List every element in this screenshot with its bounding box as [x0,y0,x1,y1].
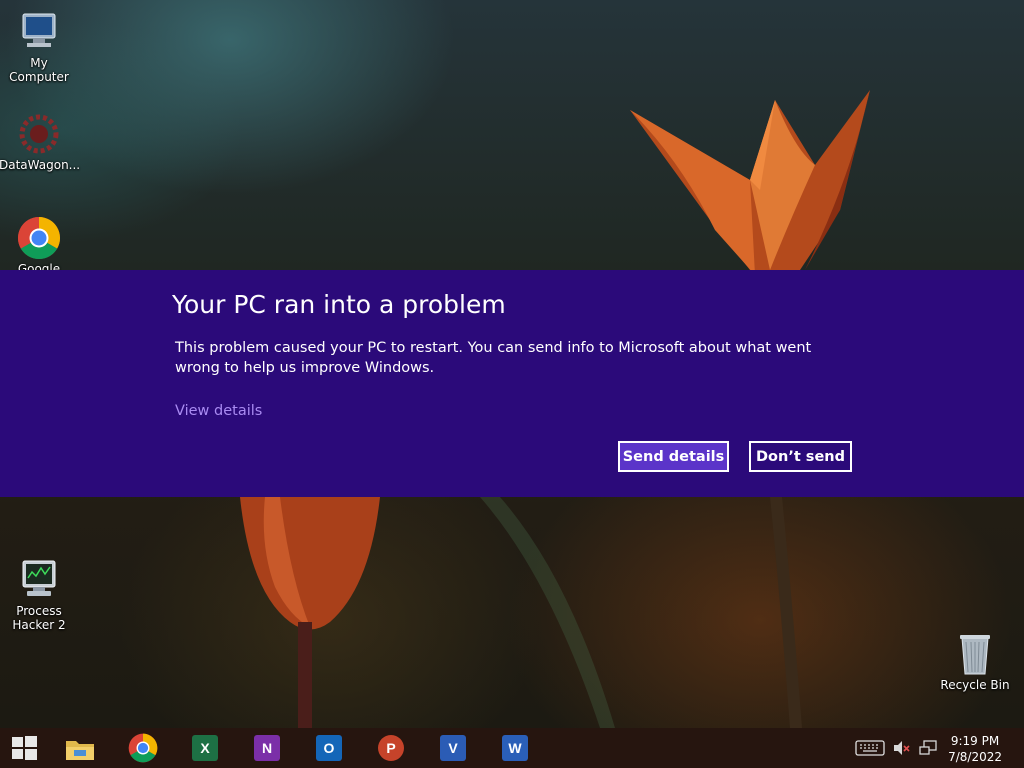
desktop-icon-process-hacker[interactable]: Process Hacker 2 [0,530,79,646]
desktop-icon-label: DataWagon... [0,158,81,172]
desktop-icon-chrome[interactable]: Google Chrome [0,216,79,270]
dialog-message: This problem caused your PC to restart. … [175,340,812,376]
powerpoint-icon: P [378,735,404,761]
tray-network[interactable] [915,732,941,764]
desktop-icon-label: My Computer [9,56,69,84]
leaf-decoration [480,497,615,728]
tulip-top-decoration [630,90,870,275]
windows-logo-icon [12,736,37,760]
taskbar-excel[interactable]: X [187,732,223,764]
volume-muted-icon [894,741,910,755]
folder-icon [66,741,94,760]
desktop-icon-recycle-bin[interactable]: Recycle Bin [935,632,1015,692]
chrome-icon [17,216,61,260]
taskbar-outlook[interactable]: O [311,732,347,764]
onenote-icon: N [254,735,280,761]
taskbar-powerpoint[interactable]: P [373,732,409,764]
dialog-title: Your PC ran into a problem [172,290,506,319]
outlook-icon: O [316,735,342,761]
send-details-button[interactable]: Send details [618,441,729,472]
keyboard-icon [855,740,885,756]
taskbar-file-explorer[interactable] [62,732,98,764]
word-icon: W [502,735,528,761]
taskbar-chrome[interactable] [125,732,161,764]
process-hacker-icon [17,544,61,596]
taskbar-word[interactable]: W [497,732,533,764]
dont-send-button[interactable]: Don’t send [749,441,852,472]
view-details-link[interactable]: View details [175,403,262,419]
recycle-bin-icon [953,632,997,676]
tulip-bottom-decoration [240,497,380,728]
datawagon-icon [17,112,61,156]
computer-icon [17,10,61,54]
tray-date: 7/8/2022 [948,750,1002,764]
start-button[interactable] [6,732,42,764]
tray-keyboard[interactable] [852,732,888,764]
desktop-icon-label: Google Chrome [17,262,61,270]
chrome-icon [128,733,158,763]
taskbar-onenote[interactable]: N [249,732,285,764]
desktop-icon-datawagon[interactable]: DataWagon... [0,112,81,172]
taskbar-visio[interactable]: V [435,732,471,764]
tray-clock[interactable]: 9:19 PM 7/8/2022 [948,733,1002,765]
taskbar: X N O P V W 9:19 PM 7/8/2022 [0,728,1024,768]
excel-icon: X [192,735,218,761]
visio-icon: V [440,735,466,761]
desktop-icon-label: Process Hacker 2 [12,604,66,632]
error-dialog: Your PC ran into a problem This problem … [0,270,1024,497]
tray-volume[interactable] [889,732,915,764]
desktop-icon-label: Recycle Bin [940,678,1010,692]
tray-time: 9:19 PM [950,734,1000,748]
desktop-icon-my-computer[interactable]: My Computer [0,10,79,84]
network-icon [919,740,937,755]
stem-decoration [770,497,802,728]
